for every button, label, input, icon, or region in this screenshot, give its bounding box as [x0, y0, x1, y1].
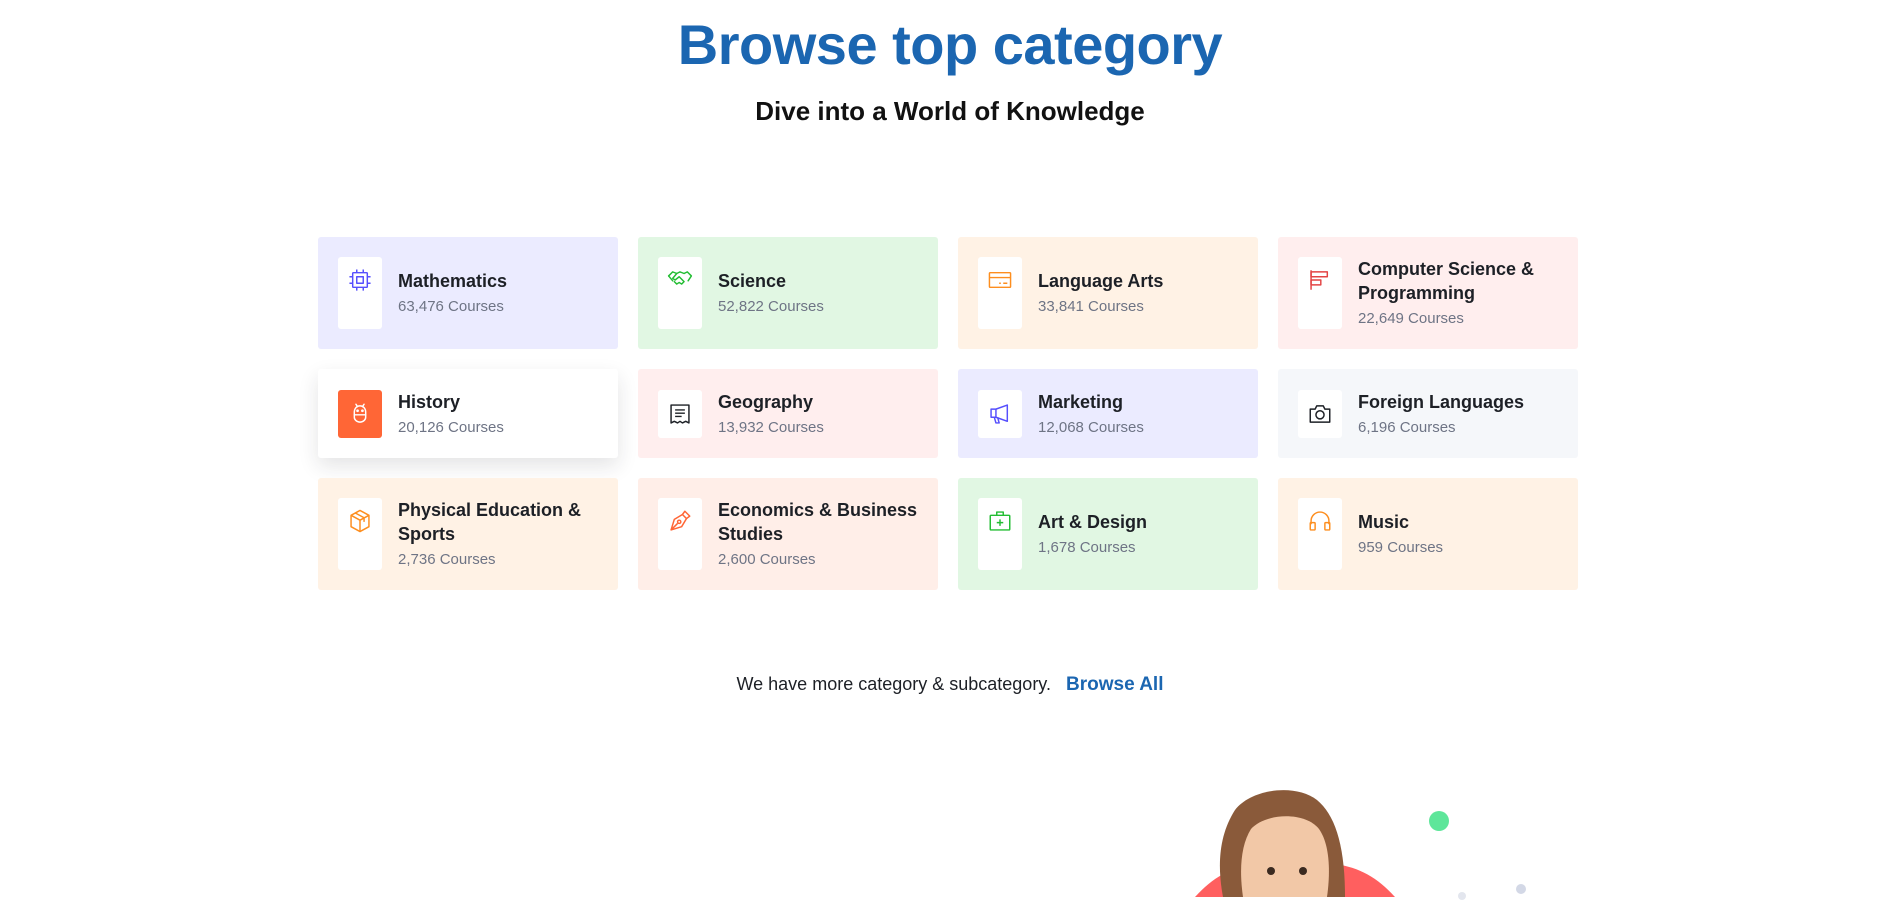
category-icon-box	[658, 389, 702, 438]
megaphone-icon	[990, 403, 1009, 424]
browse-all-link[interactable]: Browse All	[1066, 674, 1164, 695]
receipt-icon	[670, 403, 690, 424]
category-count: 33,841 Courses	[1038, 298, 1144, 315]
category-icon-box	[978, 389, 1022, 438]
category-card-music[interactable]: Music 959 Courses	[1278, 478, 1578, 590]
cpu-icon	[349, 269, 371, 291]
category-count: 20,126 Courses	[398, 418, 504, 436]
credit-card-icon	[988, 271, 1012, 289]
category-count: 2,600 Courses	[718, 551, 816, 568]
category-card-foreign-languages[interactable]: Foreign Languages 6,196 Courses	[1278, 369, 1578, 458]
category-count: 1,678 Courses	[1038, 539, 1136, 556]
category-icon-box	[658, 257, 702, 329]
category-name: Art & Design	[1038, 512, 1148, 532]
category-icon-box	[338, 498, 382, 570]
category-icon-box	[978, 498, 1022, 570]
category-card-history[interactable]: History 20,126 Courses	[318, 369, 618, 458]
category-count: 959 Courses	[1358, 539, 1444, 556]
category-card-physical-education[interactable]: Physical Education & Sports 2,736 Course…	[318, 478, 618, 590]
category-card-science[interactable]: Science 52,822 Courses	[638, 237, 938, 349]
category-count: 13,932 Courses	[718, 418, 824, 436]
category-count: 22,649 Courses	[1358, 310, 1464, 327]
category-count: 6,196 Courses	[1358, 418, 1456, 436]
headphones-icon	[1309, 511, 1331, 531]
category-card-art-design[interactable]: Art & Design 1,678 Courses	[958, 478, 1258, 590]
category-name: Science	[718, 271, 787, 291]
category-card-marketing[interactable]: Marketing 12,068 Courses	[958, 369, 1258, 458]
category-card-economics[interactable]: Economics & Business Studies 2,600 Cours…	[638, 478, 938, 590]
decorative-dot	[1516, 884, 1526, 894]
camera-icon	[1309, 404, 1331, 423]
page-subtitle: Dive into a World of Knowledge	[755, 96, 1145, 126]
category-count: 63,476 Courses	[398, 298, 504, 315]
category-name: Music	[1358, 512, 1410, 532]
category-count: 12,068 Courses	[1038, 418, 1144, 436]
category-name: Language Arts	[1038, 271, 1164, 291]
page-title: Browse top category	[677, 13, 1223, 76]
category-grid: Mathematics 63,476 Courses Science 52,82…	[318, 237, 1578, 590]
handshake-icon	[667, 271, 693, 285]
category-card-language-arts[interactable]: Language Arts 33,841 Courses	[958, 237, 1258, 349]
category-icon-box	[338, 389, 382, 438]
more-categories: We have more category & subcategory. Bro…	[0, 674, 1900, 696]
category-icon-box	[338, 257, 382, 329]
bug-icon	[353, 403, 367, 423]
first-aid-kit-icon	[989, 511, 1011, 531]
category-count: 2,736 Courses	[398, 551, 496, 568]
category-name: Computer Science & Programming	[1358, 259, 1535, 303]
category-name: History	[398, 391, 461, 412]
category-icon-box	[658, 498, 702, 570]
package-icon	[350, 509, 370, 533]
category-icon-box	[1298, 498, 1342, 570]
chart-bar-icon	[1310, 270, 1329, 290]
category-icon-box	[978, 257, 1022, 329]
pen-nib-icon	[670, 510, 691, 531]
category-name: Marketing	[1038, 391, 1124, 412]
student-photo	[1195, 790, 1395, 897]
category-icon-box	[1298, 389, 1342, 438]
category-count: 52,822 Courses	[718, 298, 824, 315]
decorative-dot	[1458, 892, 1466, 900]
more-categories-text: We have more category & subcategory.	[736, 674, 1051, 694]
category-name: Physical Education & Sports	[398, 500, 582, 544]
category-name: Economics & Business Studies	[718, 500, 918, 544]
category-icon-box	[1298, 257, 1342, 329]
category-name: Mathematics	[398, 271, 508, 291]
category-card-geography[interactable]: Geography 13,932 Courses	[638, 369, 938, 458]
category-name: Foreign Languages	[1358, 391, 1525, 412]
category-name: Geography	[718, 391, 814, 412]
category-card-mathematics[interactable]: Mathematics 63,476 Courses	[318, 237, 618, 349]
category-card-computer-science[interactable]: Computer Science & Programming 22,649 Co…	[1278, 237, 1578, 349]
decorative-dot	[1429, 811, 1449, 831]
